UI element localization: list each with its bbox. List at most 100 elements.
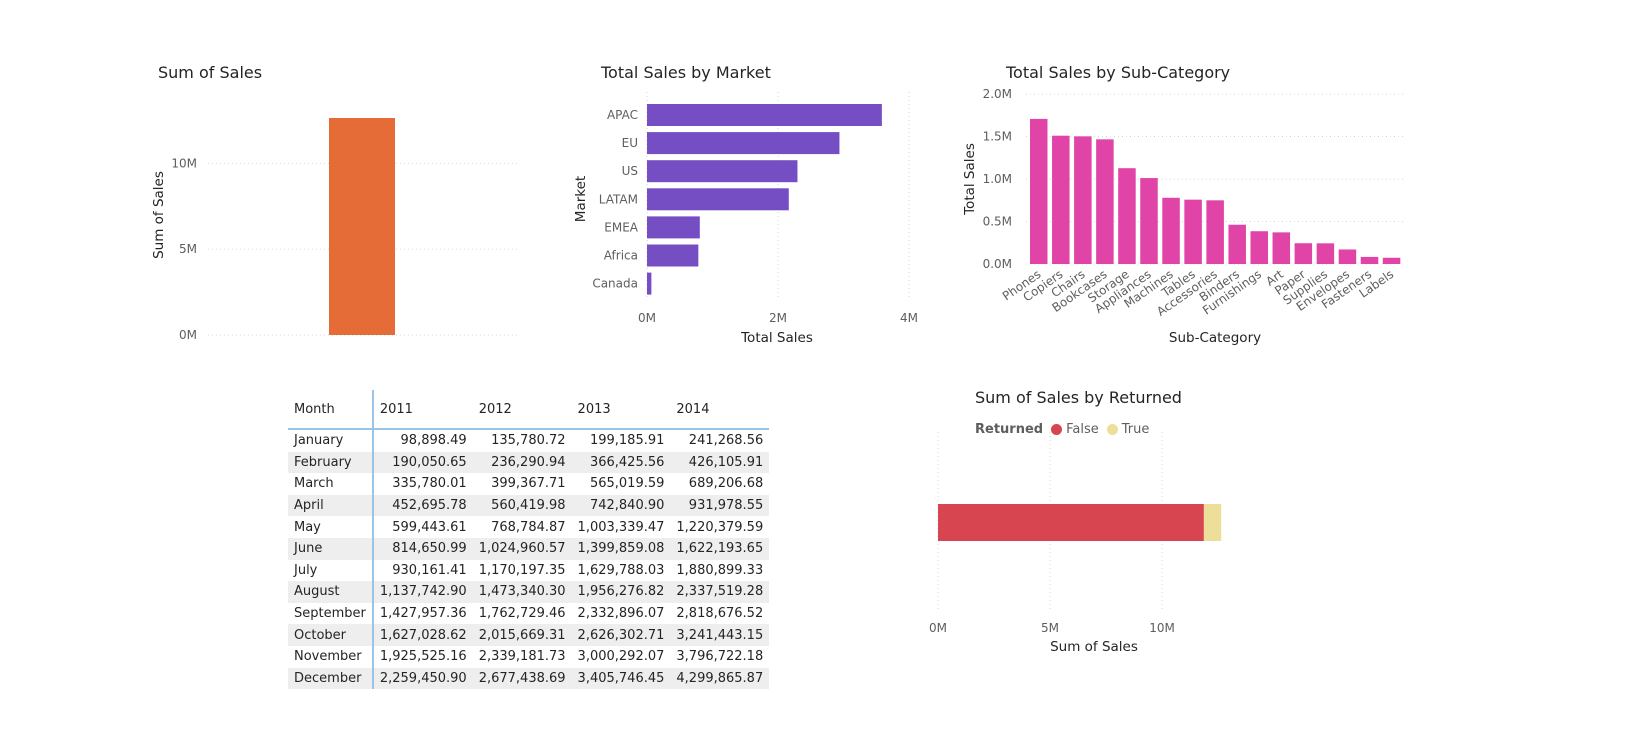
table-cell: 3,241,443.15 xyxy=(670,624,770,646)
table-cell: 452,695.78 xyxy=(372,494,473,517)
row-header-month: July xyxy=(288,559,374,582)
row-header-month: September xyxy=(288,602,374,625)
column-header-month[interactable]: Month xyxy=(288,390,374,430)
table-cell: 4,299,865.87 xyxy=(670,667,770,690)
legend-title: Returned xyxy=(975,422,1044,437)
table-cell: 236,290.94 xyxy=(472,451,572,474)
bar xyxy=(1360,256,1379,264)
sales-by-returned-title: Sum of Sales by Returned xyxy=(975,388,1182,407)
table-cell: 335,780.01 xyxy=(392,476,467,492)
bar xyxy=(1030,118,1048,265)
table-cell: 426,105.91 xyxy=(670,451,770,474)
table-row: May 599,443.61 768,784.87 1,003,339.47 1,220… xyxy=(288,516,769,538)
bar xyxy=(1096,139,1114,264)
row-header-month: May xyxy=(288,516,374,538)
table-cell: 689,206.68 xyxy=(688,476,764,492)
column-header-year[interactable]: 2011 xyxy=(372,390,473,430)
bar xyxy=(1382,257,1401,264)
table-row: November 1,925,525.16 2,339,181.73 3,000,29… xyxy=(288,645,769,668)
legend-item-false[interactable]: False xyxy=(1049,422,1099,437)
table-cell: 135,780.72 xyxy=(491,433,566,449)
table-cell: 565,019.59 xyxy=(589,476,665,492)
y-tick-label: 1.0M xyxy=(983,172,1012,186)
table-row: February 190,050.65 236,290.94 366,425.56 42… xyxy=(288,451,770,474)
table-cell: 560,419.98 xyxy=(472,494,572,517)
table-cell: 1,024,960.57 xyxy=(472,537,572,560)
row-header-month: August xyxy=(288,581,374,603)
table-cell: 190,050.65 xyxy=(372,451,473,474)
row-header-month: December xyxy=(288,667,374,690)
row-header-month: April xyxy=(288,494,374,517)
table-cell: 1,137,742.90 xyxy=(372,581,473,603)
bar xyxy=(1250,231,1268,264)
table-cell: 599,443.61 xyxy=(392,519,467,535)
bar xyxy=(1206,200,1224,264)
table-cell: 3,405,746.45 xyxy=(571,667,671,690)
bar xyxy=(1294,243,1313,264)
table-cell: 742,840.90 xyxy=(571,494,671,517)
bar xyxy=(1074,136,1092,264)
table-cell: 1,220,379.59 xyxy=(676,519,764,535)
sales-matrix-visual[interactable]: Month 2011 2012 2013 2014 January 98,898.49 13… xyxy=(288,390,770,690)
table-cell: 814,650.99 xyxy=(372,537,473,560)
table-cell: 1,399,859.08 xyxy=(571,537,671,560)
legend-item-true[interactable]: True xyxy=(1105,422,1150,437)
table-cell: 1,956,276.82 xyxy=(571,581,671,603)
table-cell: 2,259,450.90 xyxy=(372,667,473,690)
table-cell: 2,339,181.73 xyxy=(478,649,566,665)
table-cell: 1,880,899.33 xyxy=(676,562,764,578)
sales-matrix-table: Month 2011 2012 2013 2014 January 98,898.49 13… xyxy=(288,390,770,690)
x-tick-label: 0M xyxy=(929,621,947,635)
sales-by-subcategory-chart: 0.0M0.5M1.0M1.5M2.0MPhonesCopiersChairsB… xyxy=(962,87,1406,346)
table-cell: 1,627,028.62 xyxy=(372,624,473,646)
table-row: June 814,650.99 1,024,960.57 1,399,859.08 1,… xyxy=(288,537,770,560)
x-axis-title: Sub-Category xyxy=(1169,330,1261,346)
matrix-header-row: Month 2011 2012 2013 2014 xyxy=(288,390,770,430)
table-row: December 2,259,450.90 2,677,438.69 3,405,74… xyxy=(288,667,770,690)
bar xyxy=(1162,197,1180,264)
bar xyxy=(1184,199,1202,264)
legend-label-false: False xyxy=(1066,422,1099,437)
table-cell: 366,425.56 xyxy=(571,451,671,474)
table-cell: 2,332,896.07 xyxy=(577,606,665,622)
table-cell: 1,473,340.30 xyxy=(472,581,572,603)
table-cell: 3,000,292.07 xyxy=(577,649,665,665)
row-header-month: June xyxy=(288,537,374,560)
table-cell: 3,796,722.18 xyxy=(676,649,764,665)
y-tick-label: 0.0M xyxy=(983,257,1012,271)
row-header-month: January xyxy=(288,429,374,452)
table-cell: 1,925,525.16 xyxy=(379,649,467,665)
row-header-month: February xyxy=(288,451,374,474)
row-header-month: October xyxy=(288,624,374,646)
bar xyxy=(1052,135,1070,264)
table-row: March 335,780.01 399,367.71 565,019.59 689,2… xyxy=(288,473,769,495)
y-tick-label: 2.0M xyxy=(983,87,1012,101)
bar xyxy=(1338,249,1357,264)
table-row: September 1,427,957.36 1,762,729.46 2,332,8… xyxy=(288,602,769,625)
matrix-body: January 98,898.49 135,780.72 199,185.91 241,… xyxy=(288,429,770,690)
table-cell: 931,978.55 xyxy=(670,494,770,517)
table-cell: 768,784.87 xyxy=(491,519,566,535)
table-cell: 2,818,676.52 xyxy=(676,606,764,622)
table-cell: 1,762,729.46 xyxy=(478,606,566,622)
y-tick-label: 1.5M xyxy=(983,130,1012,144)
y-tick-label: 0.5M xyxy=(983,215,1012,229)
table-row: October 1,627,028.62 2,015,669.31 2,626,302… xyxy=(288,624,770,646)
table-cell: 930,161.41 xyxy=(392,562,467,578)
bar xyxy=(1118,168,1136,264)
column-header-year[interactable]: 2014 xyxy=(670,390,770,430)
column-header-year[interactable]: 2012 xyxy=(472,390,572,430)
column-header-year[interactable]: 2013 xyxy=(571,390,671,430)
row-header-month: March xyxy=(288,473,374,495)
bar xyxy=(1140,178,1158,264)
table-cell: 241,268.56 xyxy=(688,433,764,449)
table-row: April 452,695.78 560,419.98 742,840.90 931,9… xyxy=(288,494,770,517)
table-cell: 1,003,339.47 xyxy=(577,519,665,535)
legend-dot-true xyxy=(1106,424,1118,435)
bar xyxy=(1272,232,1291,264)
table-cell: 399,367.71 xyxy=(491,476,566,492)
table-cell: 1,427,957.36 xyxy=(379,606,467,622)
y-axis-title: Total Sales xyxy=(962,143,978,216)
table-row: August 1,137,742.90 1,473,340.30 1,956,276.… xyxy=(288,581,770,603)
legend-label-true: True xyxy=(1121,422,1150,437)
